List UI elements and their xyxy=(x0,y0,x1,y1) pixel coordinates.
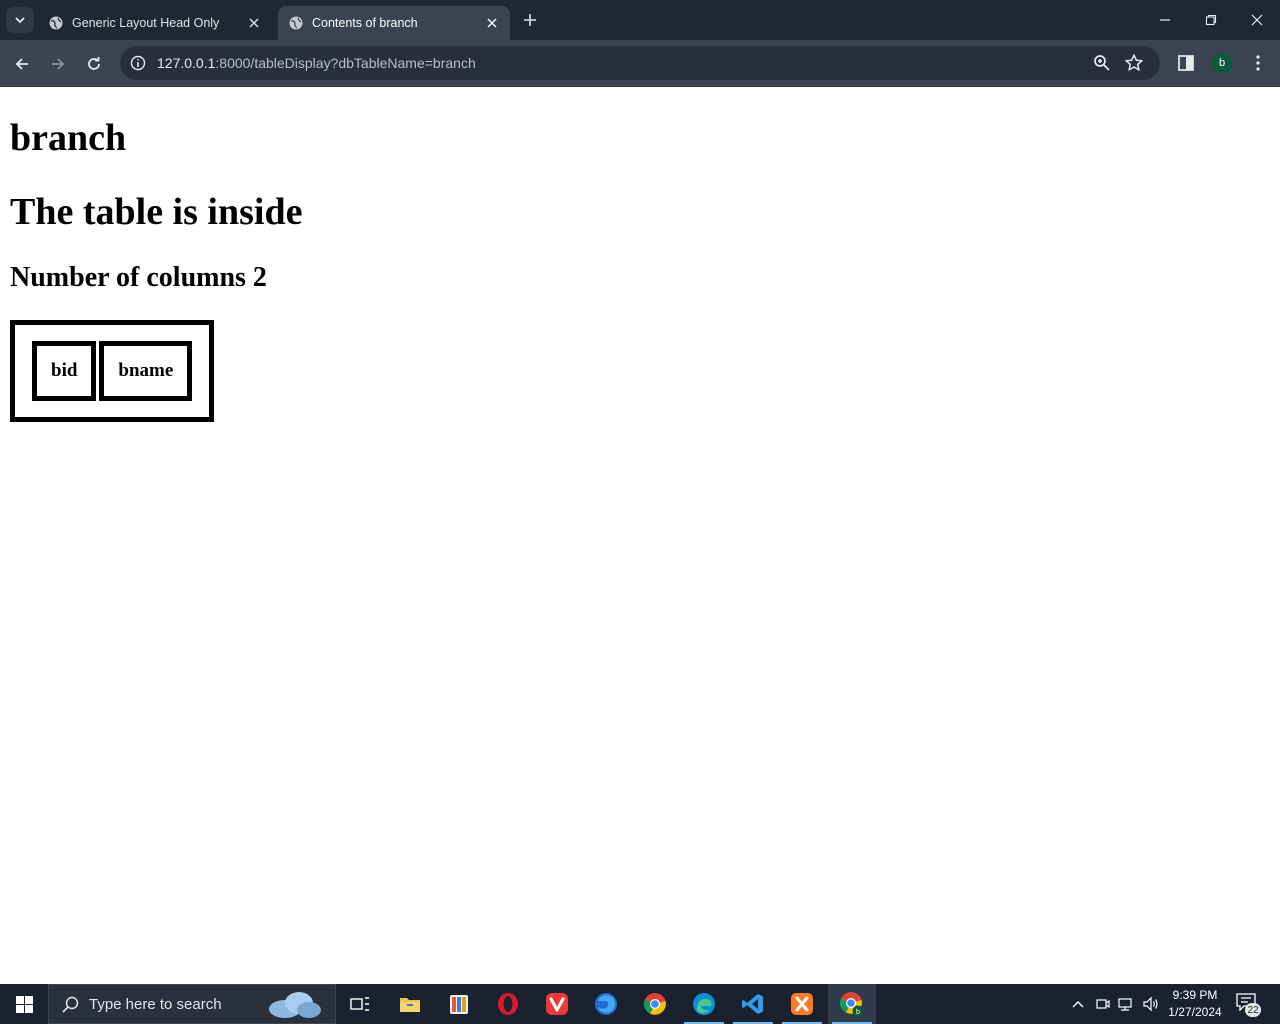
vivaldi-icon xyxy=(546,993,568,1015)
close-tab-icon[interactable] xyxy=(244,13,264,33)
chrome-icon xyxy=(643,993,666,1015)
taskbar-firefox[interactable] xyxy=(582,984,630,1024)
volume-icon[interactable] xyxy=(1141,994,1161,1014)
side-panel-icon[interactable] xyxy=(1176,53,1196,73)
tab-title: Generic Layout Head Only xyxy=(72,16,220,30)
task-view-button[interactable] xyxy=(336,984,384,1024)
reload-icon xyxy=(88,57,100,70)
chevron-down-icon xyxy=(15,17,25,24)
chevron-up-icon xyxy=(1072,1001,1084,1008)
taskbar-chrome-profile[interactable]: b xyxy=(828,984,876,1024)
arrow-right-icon xyxy=(52,58,65,70)
arrow-left-icon xyxy=(15,58,28,70)
page-content: branch The table is inside Number of col… xyxy=(0,87,1280,984)
app-icon xyxy=(450,995,468,1014)
tab-title: Contents of branch xyxy=(312,16,418,30)
back-button[interactable] xyxy=(9,51,35,77)
taskbar-clock[interactable]: 9:39 PM 1/27/2024 xyxy=(1160,987,1230,1021)
column-header-bid: bid xyxy=(32,341,97,401)
vscode-icon xyxy=(742,994,763,1014)
column-header-bname: bname xyxy=(99,341,193,401)
browser-tab-strip: Generic Layout Head Only Contents of bra… xyxy=(0,0,1280,40)
firefox-icon xyxy=(595,993,617,1015)
plus-icon xyxy=(524,14,536,26)
notifications-button[interactable]: 22 xyxy=(1236,993,1262,1017)
search-icon xyxy=(62,996,79,1013)
close-icon xyxy=(1251,14,1263,26)
notification-count-badge: 22 xyxy=(1245,1003,1261,1017)
restore-button[interactable] xyxy=(1188,0,1234,40)
search-placeholder: Type here to search xyxy=(89,996,222,1013)
meet-now-icon[interactable] xyxy=(1093,994,1113,1014)
tab-search-button[interactable] xyxy=(6,7,34,33)
network-icon[interactable] xyxy=(1117,994,1137,1014)
zoom-icon[interactable] xyxy=(1092,53,1112,73)
bookmark-star-icon[interactable] xyxy=(1124,53,1144,73)
table-inside-heading: The table is inside xyxy=(10,191,303,233)
task-view-icon xyxy=(350,997,369,1011)
browser-menu-button[interactable] xyxy=(1248,53,1268,73)
windows-logo-icon xyxy=(15,995,33,1013)
show-hidden-icons-button[interactable] xyxy=(1068,994,1088,1014)
close-window-button[interactable] xyxy=(1234,0,1280,40)
svg-text:b: b xyxy=(856,1009,860,1016)
taskbar-vivaldi[interactable] xyxy=(533,984,581,1024)
restore-icon xyxy=(1205,14,1217,26)
opera-icon xyxy=(498,993,518,1015)
xampp-icon xyxy=(791,993,813,1015)
reload-button[interactable] xyxy=(81,51,107,77)
taskbar-vscode[interactable] xyxy=(729,984,777,1024)
table-header-row: bid bname xyxy=(32,341,193,401)
tab-contents-of-branch[interactable]: Contents of branch xyxy=(278,6,510,40)
taskbar-opera[interactable] xyxy=(484,984,532,1024)
address-bar[interactable]: 127.0.0.1:8000/tableDisplay?dbTableName=… xyxy=(120,46,1160,80)
globe-icon xyxy=(49,16,63,30)
globe-icon xyxy=(289,16,303,30)
more-vertical-icon xyxy=(1256,55,1260,71)
new-tab-button[interactable] xyxy=(518,9,542,31)
address-url[interactable]: 127.0.0.1:8000/tableDisplay?dbTableName=… xyxy=(157,55,476,71)
folder-icon xyxy=(400,998,420,1012)
url-path: :8000/tableDisplay?dbTableName=branch xyxy=(215,55,476,71)
tab-generic-layout[interactable]: Generic Layout Head Only xyxy=(38,6,272,40)
taskbar-chrome[interactable] xyxy=(631,984,679,1024)
column-count-heading: Number of columns 2 xyxy=(10,262,267,293)
taskbar-xampp[interactable] xyxy=(778,984,826,1024)
taskbar-edge[interactable] xyxy=(680,984,728,1024)
start-button[interactable] xyxy=(0,984,48,1024)
close-tab-icon[interactable] xyxy=(482,13,502,33)
edge-icon xyxy=(693,993,715,1015)
minimize-icon xyxy=(1160,19,1170,21)
taskbar-app[interactable] xyxy=(435,984,483,1024)
minimize-button[interactable] xyxy=(1142,0,1188,40)
windows-taskbar: Type here to search b 9:39 PM 1/27/2024 … xyxy=(0,984,1280,1024)
url-host: 127.0.0.1 xyxy=(157,55,216,71)
browser-toolbar: 127.0.0.1:8000/tableDisplay?dbTableName=… xyxy=(0,40,1280,87)
branch-table: bid bname xyxy=(10,320,215,422)
taskbar-search-box[interactable]: Type here to search xyxy=(48,984,336,1024)
taskbar-file-explorer[interactable] xyxy=(386,984,434,1024)
clock-time: 9:39 PM xyxy=(1172,988,1218,1002)
forward-button[interactable] xyxy=(45,51,71,77)
chrome-profile-icon: b xyxy=(839,992,864,1017)
clock-date: 1/27/2024 xyxy=(1168,1005,1222,1019)
profile-avatar[interactable]: b xyxy=(1212,53,1232,73)
table-name-heading: branch xyxy=(10,117,127,159)
weather-cloud-icon xyxy=(269,992,321,1018)
site-info-icon[interactable] xyxy=(128,53,148,73)
